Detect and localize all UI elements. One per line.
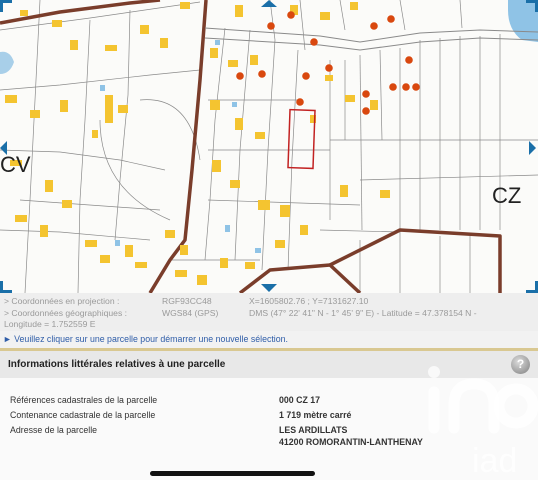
iad-watermark-text: iad	[472, 442, 517, 480]
selection-hint-bar: ► Veuillez cliquer sur une parcelle pour…	[0, 331, 538, 351]
parcel-address-line1: LES ARDILLATS	[279, 425, 348, 435]
pan-up-arrow-icon[interactable]	[261, 0, 277, 7]
cadastral-reference-label: Références cadastrales de la parcelle	[10, 395, 158, 405]
iad-watermark-logo: iad	[428, 366, 538, 480]
geo-values: DMS (47° 22' 41" N - 1° 45' 9" E) - Lati…	[249, 308, 477, 318]
map-canvas[interactable]: CV CZ	[0, 0, 538, 293]
cadastral-area-label: Contenance cadastrale de la parcelle	[10, 410, 156, 420]
longitude-value: Longitude = 1.752559 E	[4, 319, 96, 329]
pan-right-arrow-icon[interactable]	[529, 141, 536, 155]
corner-bottom-right-icon[interactable]	[526, 281, 538, 293]
road-street	[204, 27, 538, 43]
cadastral-reference-value: 000 CZ 17	[279, 395, 321, 405]
water-area-left	[0, 51, 14, 74]
parcel-address-line2: 41200 ROMORANTIN-LANTHENAY	[279, 437, 423, 447]
geo-label: > Coordonnées géographiques :	[4, 308, 128, 318]
home-indicator[interactable]	[150, 471, 315, 476]
geo-system: WGS84 (GPS)	[162, 308, 219, 318]
cadastral-area-value: 1 719 mètre carré	[279, 410, 352, 420]
projection-system: RGF93CC48	[162, 296, 212, 306]
sale-points[interactable]	[236, 11, 420, 115]
pan-down-arrow-icon[interactable]	[261, 284, 277, 292]
selection-hint: ► Veuillez cliquer sur une parcelle pour…	[3, 334, 288, 344]
projection-label: > Coordonnées en projection :	[4, 296, 120, 306]
parcel-address-label: Adresse de la parcelle	[10, 425, 98, 435]
projection-values: X=1605802.76 ; Y=7131627.10	[249, 296, 369, 306]
corner-top-left-icon[interactable]	[0, 0, 12, 12]
parcel-lines	[0, 0, 538, 293]
parcel-info-title: Informations littérales relatives à une …	[8, 359, 226, 370]
coordinates-panel: > Coordonnées en projection : RGF93CC48 …	[0, 293, 538, 331]
section-label-cz: CZ	[492, 183, 521, 208]
section-label-cv: CV	[0, 152, 31, 177]
buildings	[5, 2, 390, 285]
corner-bottom-left-icon[interactable]	[0, 281, 12, 293]
water-area-top-right	[508, 0, 538, 42]
cadastre-map[interactable]: CV CZ	[0, 0, 538, 293]
